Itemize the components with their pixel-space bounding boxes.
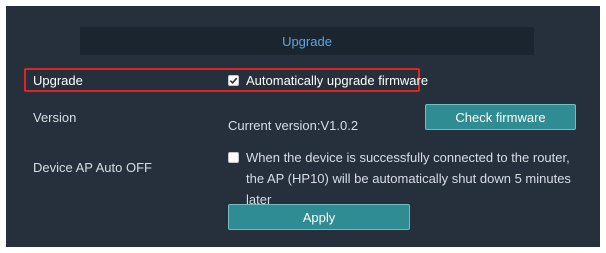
auto-upgrade-label[interactable]: Automatically upgrade firmware xyxy=(246,73,428,88)
checkmark-icon xyxy=(229,77,238,85)
apply-button[interactable]: Apply xyxy=(228,204,410,230)
version-label: Version xyxy=(33,110,77,125)
auto-upgrade-checkbox[interactable] xyxy=(228,75,239,86)
check-firmware-button[interactable]: Check firmware xyxy=(425,104,576,130)
current-version-text: Current version:V1.0.2 xyxy=(228,118,359,133)
upgrade-label: Upgrade xyxy=(33,73,83,88)
settings-panel: Upgrade Upgrade Automatically upgrade fi… xyxy=(6,6,600,247)
device-ap-auto-off-label: Device AP Auto OFF xyxy=(33,160,152,175)
ap-auto-off-description: When the device is successfully connecte… xyxy=(246,150,571,207)
section-header: Upgrade xyxy=(80,27,534,55)
ap-auto-off-checkbox[interactable] xyxy=(228,152,239,163)
section-title: Upgrade xyxy=(282,33,332,49)
